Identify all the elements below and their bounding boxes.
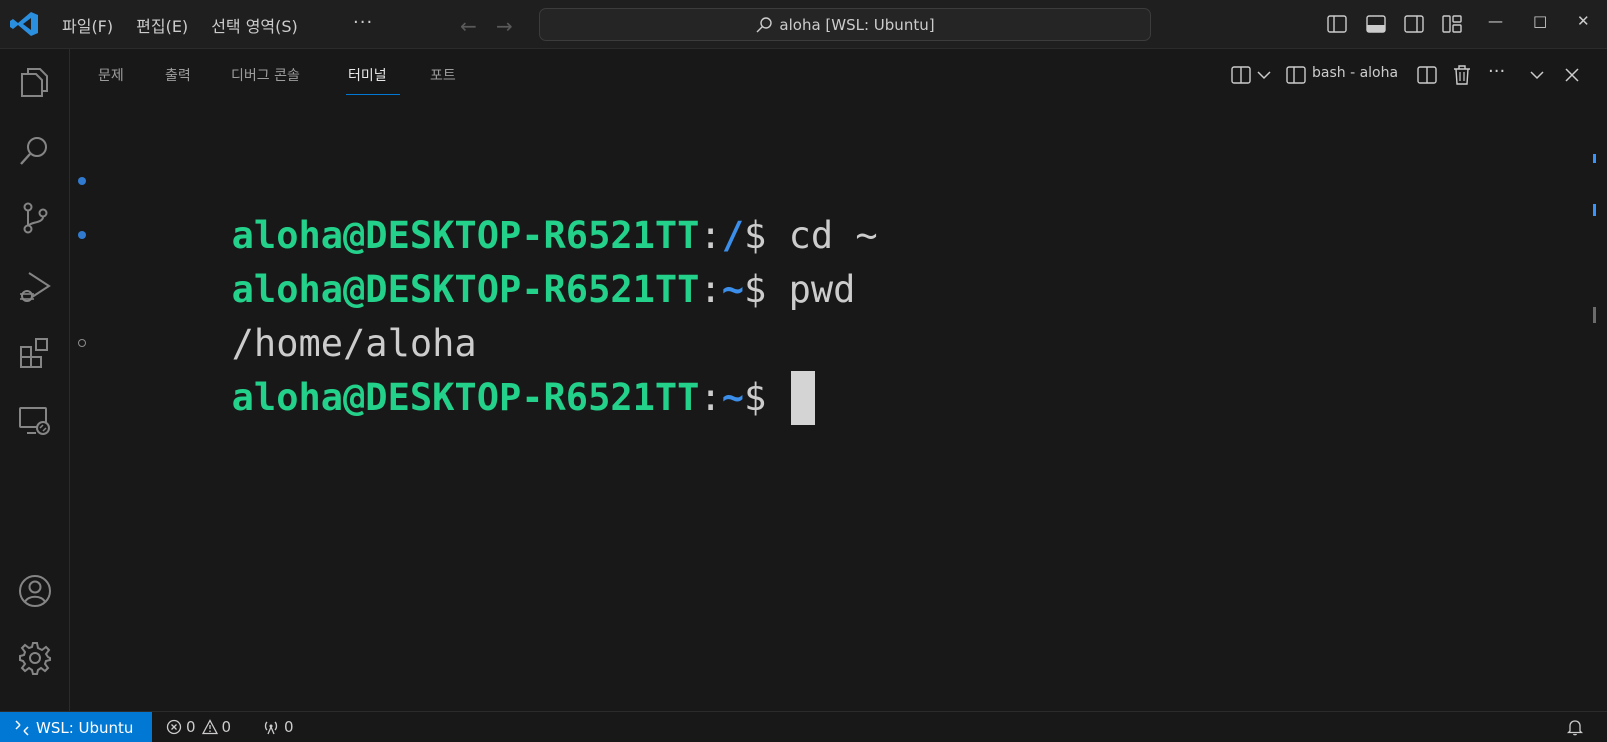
tab-output[interactable]: 출력 [165,65,191,85]
menu-bar: 파일(F) 편집(E) 선택 영역(S) [62,0,321,49]
remote-icon [15,719,29,736]
toggle-secondary-sidebar-icon[interactable] [1403,13,1425,35]
explorer-icon[interactable] [17,64,53,100]
trash-icon[interactable] [1451,64,1473,86]
panel: 문제 출력 디버그 콘솔 터미널 포트 bash - aloha ··· alo… [70,49,1607,711]
remote-explorer-icon[interactable] [17,403,53,439]
toggle-panel-icon[interactable] [1365,13,1387,35]
terminal-instance-label[interactable]: bash - aloha [1312,65,1398,81]
warning-icon [201,719,218,735]
title-bar: 파일(F) 편집(E) 선택 영역(S) ··· ← → aloha [WSL:… [0,0,1607,49]
minimize-icon[interactable]: — [1488,12,1503,30]
tab-problems[interactable]: 문제 [98,65,124,85]
prompt-path: ~ [721,376,745,419]
ports-count: 0 [284,718,294,736]
prompt-colon: : [699,376,722,419]
command-text [766,376,788,419]
terminal-cursor [790,371,815,425]
arrow-left-icon[interactable]: ← [460,14,477,38]
terminal-line: aloha@DESKTOP-R6521TT:~$ pwd [78,209,878,311]
run-debug-icon[interactable] [17,269,53,305]
active-tab-indicator [346,94,400,95]
tab-debug-console[interactable]: 디버그 콘솔 [231,65,300,85]
chevron-down-icon[interactable] [1526,64,1548,86]
error-icon [166,719,182,735]
more-actions-icon[interactable]: ··· [1488,61,1505,82]
arrow-right-icon[interactable]: → [496,14,513,38]
accounts-icon[interactable] [17,573,53,609]
vscode-logo-icon [10,12,38,36]
menu-selection[interactable]: 선택 영역(S) [211,13,298,37]
prompt-user-host: aloha@DESKTOP-R6521TT [231,376,700,419]
scrollbar-marker [1593,204,1596,216]
split-terminal-icon[interactable] [1230,64,1252,86]
command-decoration-success[interactable] [78,177,86,185]
menu-edit[interactable]: 편집(E) [136,13,188,37]
search-icon [756,16,773,32]
search-icon[interactable] [17,133,53,169]
prompt-dollar: $ [744,376,767,419]
toggle-primary-sidebar-icon[interactable] [1326,13,1348,35]
menu-more-button[interactable]: ··· [353,12,373,33]
activity-bar [0,49,70,711]
remote-label: WSL: Ubuntu [36,718,134,737]
extensions-icon[interactable] [17,335,53,371]
ports-icon [264,721,278,735]
customize-layout-icon[interactable] [1441,13,1463,35]
close-icon[interactable]: ✕ [1577,12,1590,30]
chevron-down-icon[interactable] [1253,64,1275,86]
warning-count: 0 [221,718,232,736]
command-center-label: aloha [WSL: Ubuntu] [779,15,935,34]
terminal-output[interactable]: aloha@DESKTOP-R6521TT:/$ cd ~ aloha@DESK… [78,155,878,425]
close-icon[interactable] [1561,64,1583,86]
tab-terminal[interactable]: 터미널 [348,65,387,85]
source-control-icon[interactable] [17,200,53,236]
terminal-split-icon [1286,66,1306,84]
command-decoration-success[interactable] [78,231,86,239]
command-center[interactable]: aloha [WSL: Ubuntu] [539,8,1151,41]
terminal-line: /home/aloha [98,263,878,365]
ports-indicator[interactable]: 0 [262,718,294,736]
bell-icon[interactable] [1567,719,1583,736]
tab-ports[interactable]: 포트 [430,65,456,85]
status-bar: WSL: Ubuntu 0 0 0 [0,711,1607,742]
scrollbar-thumb[interactable] [1593,307,1596,323]
menu-file[interactable]: 파일(F) [62,13,113,37]
scrollbar-marker [1593,154,1596,163]
terminal-line: aloha@DESKTOP-R6521TT:~$ [78,317,878,425]
maximize-icon[interactable]: □ [1533,12,1547,30]
error-count: 0 [186,718,196,736]
settings-gear-icon[interactable] [17,640,53,676]
split-terminal-icon[interactable] [1416,64,1438,86]
problems-indicator[interactable]: 0 0 [166,718,231,736]
remote-indicator[interactable]: WSL: Ubuntu [0,712,152,742]
terminal-line: aloha@DESKTOP-R6521TT:/$ cd ~ [78,155,878,257]
command-decoration-pending[interactable] [78,339,86,347]
